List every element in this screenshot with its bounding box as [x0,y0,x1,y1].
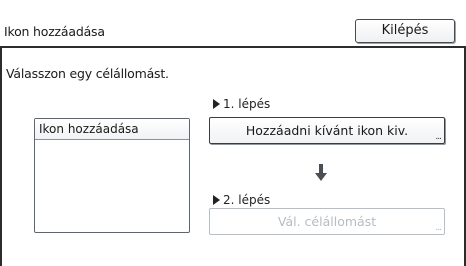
step2-label: 2. lépés [213,193,270,207]
instruction-text: Válasszon egy célállomást. [6,66,169,81]
step2-label-text: 2. lépés [223,193,271,207]
exit-button[interactable]: Kilépés [355,19,455,43]
add-icon-screen: Ikon hozzáadása Kilépés Válasszon egy cé… [0,0,466,266]
more-indicator: ... [435,223,442,233]
select-icon-button[interactable]: Hozzáadni kívánt ikon kiv. ... [209,117,445,144]
icon-list-panel[interactable]: Ikon hozzáadása [34,118,190,233]
page-title: Ikon hozzáadása [4,24,105,39]
select-destination-button[interactable]: Vál. célállomást ... [209,208,445,235]
title-bar: Ikon hozzáadása Kilépés [0,0,466,46]
triangle-right-icon [213,99,220,109]
select-icon-button-label: Hozzáadni kívánt ikon kiv. [245,123,409,138]
select-destination-button-label: Vál. célállomást [277,214,377,229]
step1-label: 1. lépés [213,97,270,111]
triangle-right-icon [213,195,220,205]
arrow-down-icon [315,164,327,181]
icon-list-header: Ikon hozzáadása [35,119,189,140]
title-divider [0,46,466,48]
step1-label-text: 1. lépés [223,97,271,111]
more-indicator: ... [435,132,442,142]
left-border [0,48,2,266]
